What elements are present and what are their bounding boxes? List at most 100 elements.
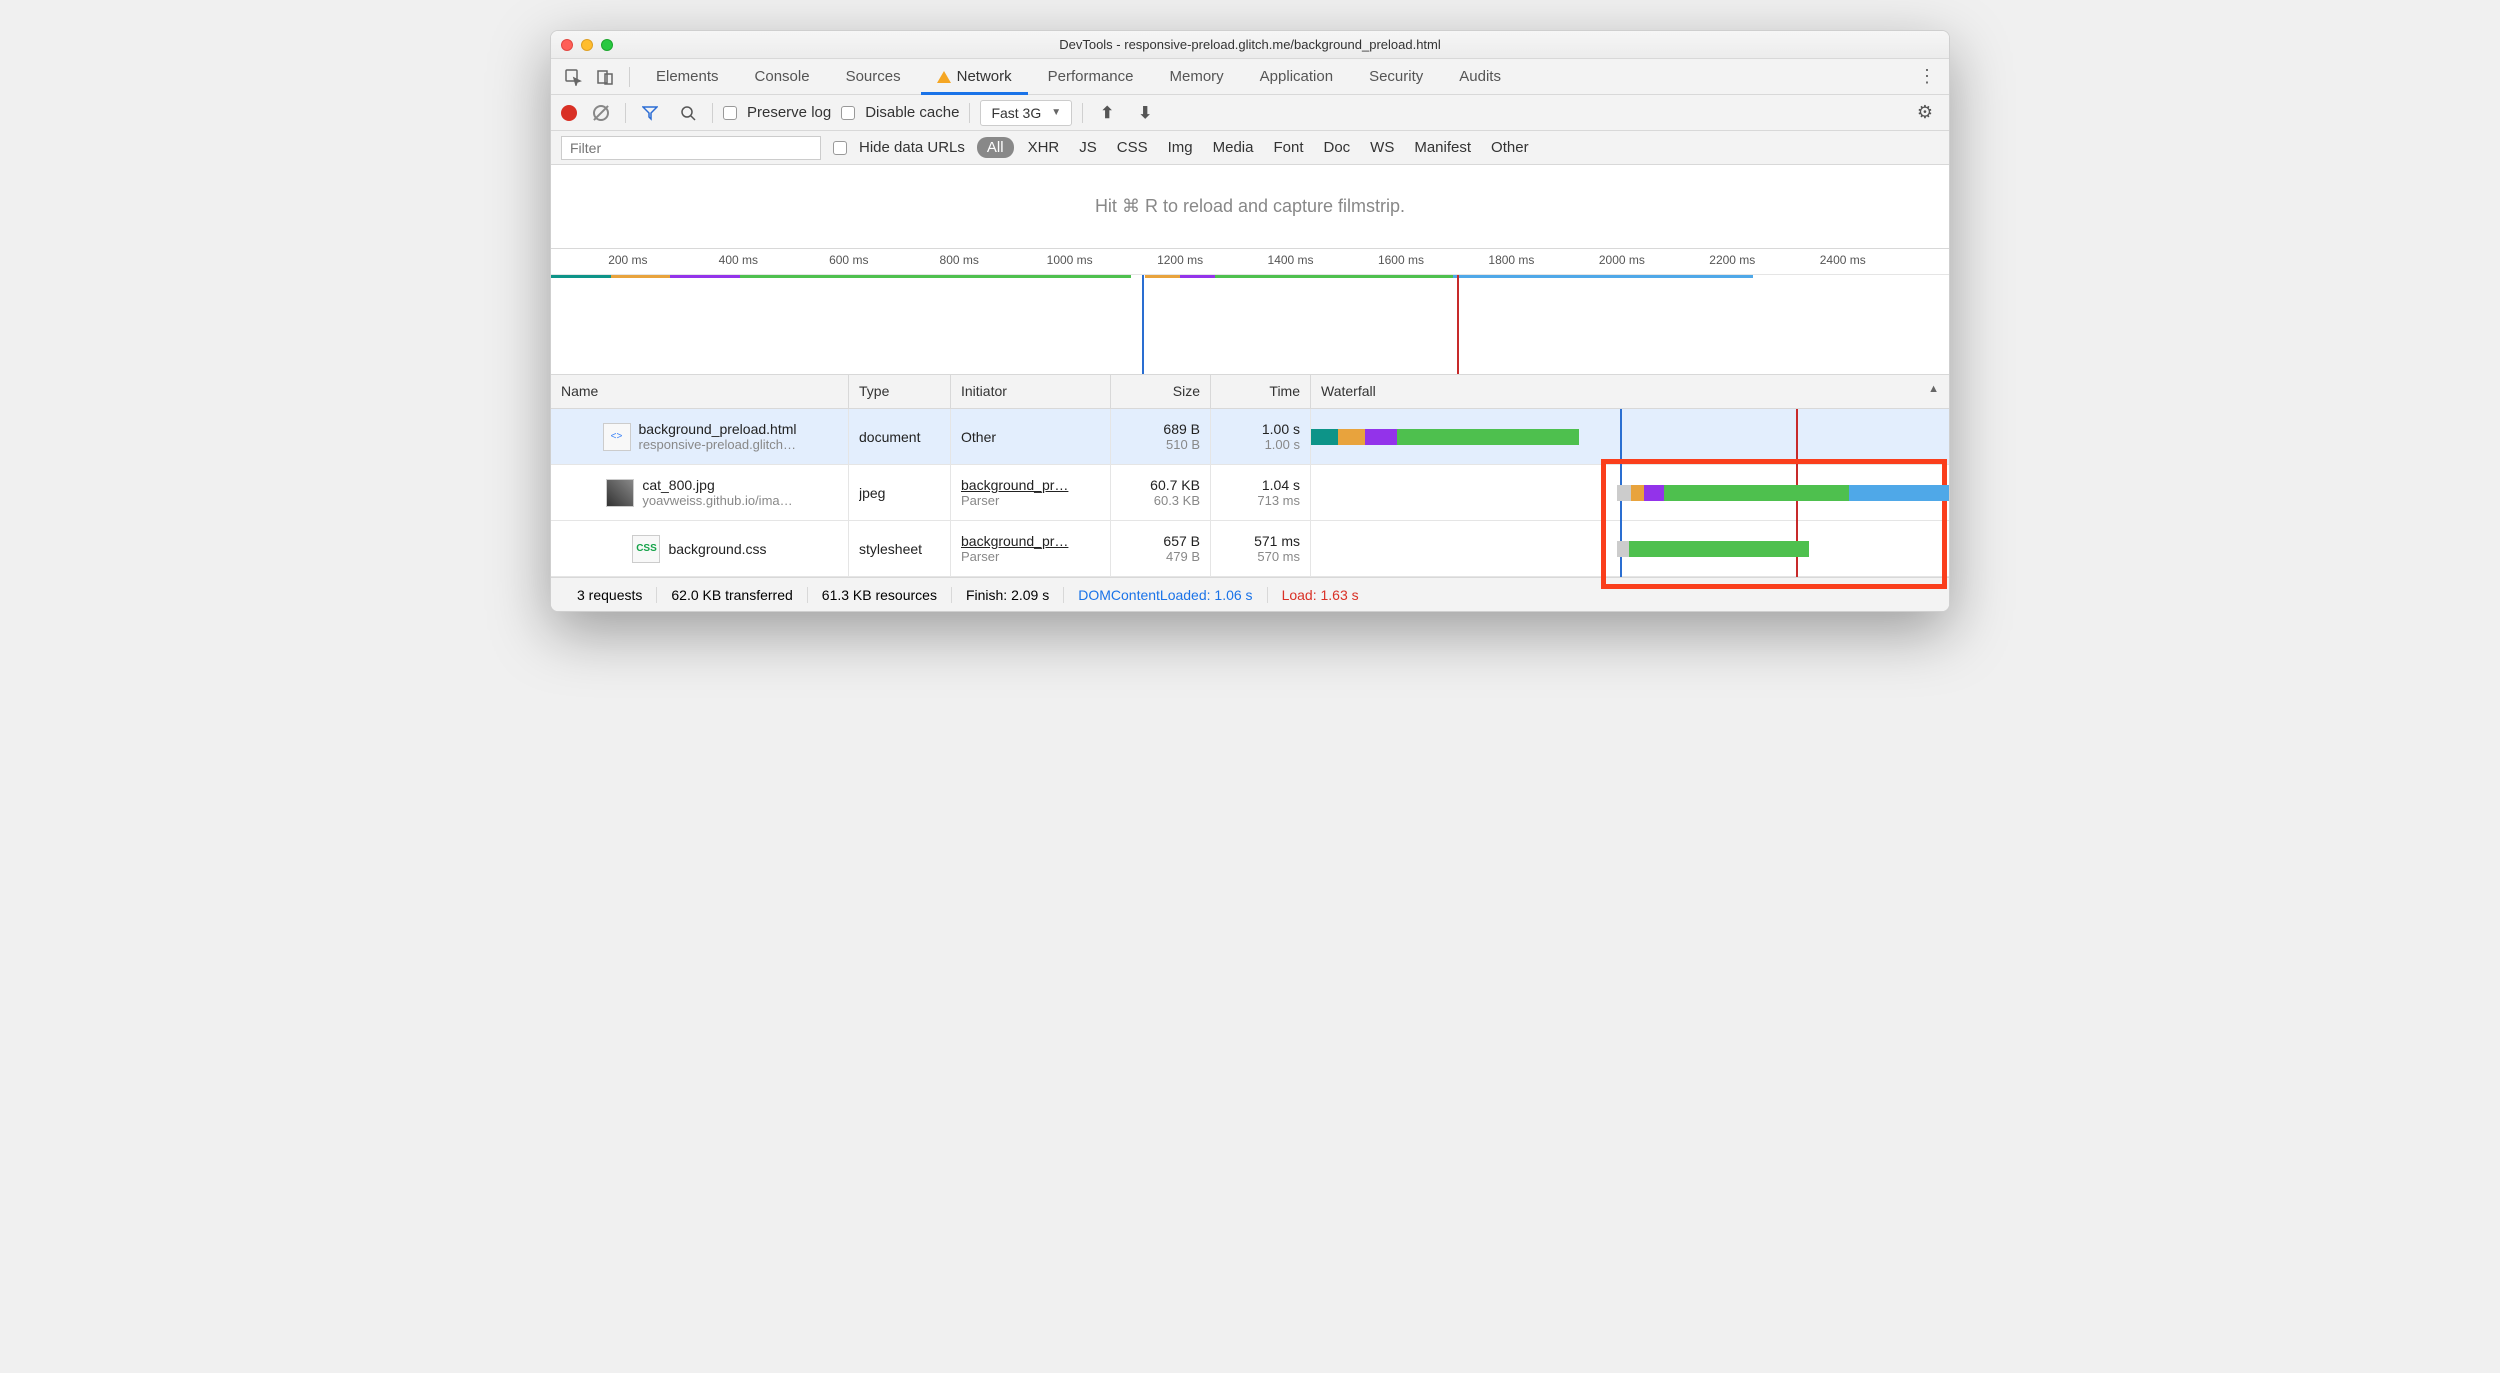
warning-icon — [937, 71, 951, 83]
timeline-tick: 2400 ms — [1820, 253, 1866, 267]
html-icon: <> — [603, 423, 631, 451]
filter-tag-img[interactable]: Img — [1162, 137, 1199, 158]
request-size: 689 B — [1163, 421, 1200, 437]
request-type: stylesheet — [859, 541, 940, 557]
export-har-icon[interactable]: ⬇ — [1131, 99, 1159, 127]
request-domain: responsive-preload.glitch… — [639, 437, 797, 452]
timeline-tick: 1200 ms — [1157, 253, 1203, 267]
filter-tag-font[interactable]: Font — [1267, 137, 1309, 158]
tab-console[interactable]: Console — [739, 59, 826, 95]
filter-tag-css[interactable]: CSS — [1111, 137, 1154, 158]
css-icon: CSS — [632, 535, 660, 563]
clear-button[interactable] — [587, 99, 615, 127]
filter-tag-xhr[interactable]: XHR — [1022, 137, 1066, 158]
search-icon[interactable] — [674, 99, 702, 127]
tab-audits[interactable]: Audits — [1443, 59, 1517, 95]
window-title: DevTools - responsive-preload.glitch.me/… — [551, 37, 1949, 52]
request-initiator[interactable]: background_pr… — [961, 477, 1100, 493]
disable-cache-checkbox[interactable] — [841, 106, 855, 120]
filmstrip-hint: Hit ⌘ R to reload and capture filmstrip. — [551, 165, 1949, 249]
hide-data-urls-checkbox[interactable] — [833, 141, 847, 155]
separator — [712, 103, 713, 123]
status-bar: 3 requests 62.0 KB transferred 61.3 KB r… — [551, 577, 1949, 611]
chevron-down-icon: ▼ — [1051, 107, 1061, 118]
timeline-tick: 1400 ms — [1268, 253, 1314, 267]
request-size: 657 B — [1163, 533, 1200, 549]
separator — [629, 67, 630, 87]
timeline-tick: 2200 ms — [1709, 253, 1755, 267]
status-resources: 61.3 KB resources — [808, 587, 952, 603]
status-requests: 3 requests — [563, 587, 657, 603]
timeline-tick: 2000 ms — [1599, 253, 1645, 267]
timeline-tick: 800 ms — [940, 253, 979, 267]
filter-tag-doc[interactable]: Doc — [1317, 137, 1356, 158]
device-toolbar-icon[interactable] — [591, 63, 619, 91]
record-button[interactable] — [561, 105, 577, 121]
table-row[interactable]: CSSbackground.cssstylesheetbackground_pr… — [551, 521, 1949, 577]
request-time-sub: 570 ms — [1257, 549, 1300, 564]
separator — [1082, 103, 1083, 123]
filter-tag-ws[interactable]: WS — [1364, 137, 1400, 158]
col-header-size[interactable]: Size — [1111, 375, 1211, 408]
table-row[interactable]: <> background_preload.htmlresponsive-prel… — [551, 409, 1949, 465]
request-size: 60.7 KB — [1150, 477, 1200, 493]
load-marker — [1457, 275, 1459, 374]
image-icon — [606, 479, 634, 507]
tab-elements[interactable]: Elements — [640, 59, 735, 95]
timeline-overview[interactable]: 200 ms400 ms600 ms800 ms1000 ms1200 ms14… — [551, 249, 1949, 375]
request-name: background_preload.html — [639, 421, 797, 437]
devtools-window: DevTools - responsive-preload.glitch.me/… — [550, 30, 1950, 612]
timeline-tick: 1800 ms — [1488, 253, 1534, 267]
timeline-tick: 400 ms — [719, 253, 758, 267]
tab-application[interactable]: Application — [1244, 59, 1349, 95]
sort-arrow-icon: ▲ — [1928, 383, 1939, 400]
request-initiator[interactable]: background_pr… — [961, 533, 1100, 549]
request-time: 571 ms — [1254, 533, 1300, 549]
tab-performance[interactable]: Performance — [1032, 59, 1150, 95]
filter-tag-media[interactable]: Media — [1207, 137, 1260, 158]
request-time: 1.00 s — [1262, 421, 1300, 437]
settings-gear-icon[interactable]: ⚙ — [1911, 99, 1939, 127]
col-header-type[interactable]: Type — [849, 375, 951, 408]
filter-tag-other[interactable]: Other — [1485, 137, 1535, 158]
col-header-name[interactable]: Name — [551, 375, 849, 408]
initiator-sub: Parser — [961, 549, 1100, 564]
filter-tag-js[interactable]: JS — [1073, 137, 1103, 158]
tab-network[interactable]: Network — [921, 59, 1028, 95]
more-options-icon[interactable]: ⋮ — [1913, 63, 1941, 91]
throttling-select[interactable]: Fast 3G ▼ — [980, 100, 1072, 126]
tab-memory[interactable]: Memory — [1154, 59, 1240, 95]
filter-toggle-icon[interactable] — [636, 99, 664, 127]
network-toolbar: Preserve log Disable cache Fast 3G ▼ ⬆ ⬇… — [551, 95, 1949, 131]
filter-tag-all[interactable]: All — [977, 137, 1014, 158]
filter-tag-manifest[interactable]: Manifest — [1408, 137, 1477, 158]
status-finish: Finish: 2.09 s — [952, 587, 1064, 603]
disable-cache-label: Disable cache — [865, 104, 959, 121]
waterfall-cell[interactable] — [1311, 521, 1949, 576]
request-type: jpeg — [859, 485, 940, 501]
request-size-sub: 479 B — [1166, 549, 1200, 564]
request-type: document — [859, 429, 940, 445]
tab-sources[interactable]: Sources — [830, 59, 917, 95]
waterfall-cell[interactable] — [1311, 409, 1949, 464]
status-load: Load: 1.63 s — [1268, 587, 1373, 603]
col-header-waterfall[interactable]: Waterfall ▲ — [1311, 375, 1949, 408]
request-time-sub: 713 ms — [1257, 493, 1300, 508]
filter-bar: Hide data URLs AllXHRJSCSSImgMediaFontDo… — [551, 131, 1949, 165]
import-har-icon[interactable]: ⬆ — [1093, 99, 1121, 127]
panel-tabs: Elements Console Sources Network Perform… — [551, 59, 1949, 95]
col-header-initiator[interactable]: Initiator — [951, 375, 1111, 408]
request-time-sub: 1.00 s — [1265, 437, 1300, 452]
table-row[interactable]: cat_800.jpgyoavweiss.github.io/ima…jpegb… — [551, 465, 1949, 521]
filter-input[interactable] — [561, 136, 821, 160]
status-transferred: 62.0 KB transferred — [657, 587, 807, 603]
col-header-time[interactable]: Time — [1211, 375, 1311, 408]
dom-marker — [1142, 275, 1144, 374]
tab-security[interactable]: Security — [1353, 59, 1439, 95]
preserve-log-checkbox[interactable] — [723, 106, 737, 120]
waterfall-cell[interactable] — [1311, 465, 1949, 520]
initiator-sub: Parser — [961, 493, 1100, 508]
timeline-tick: 600 ms — [829, 253, 868, 267]
request-name: cat_800.jpg — [642, 477, 792, 493]
inspect-element-icon[interactable] — [559, 63, 587, 91]
